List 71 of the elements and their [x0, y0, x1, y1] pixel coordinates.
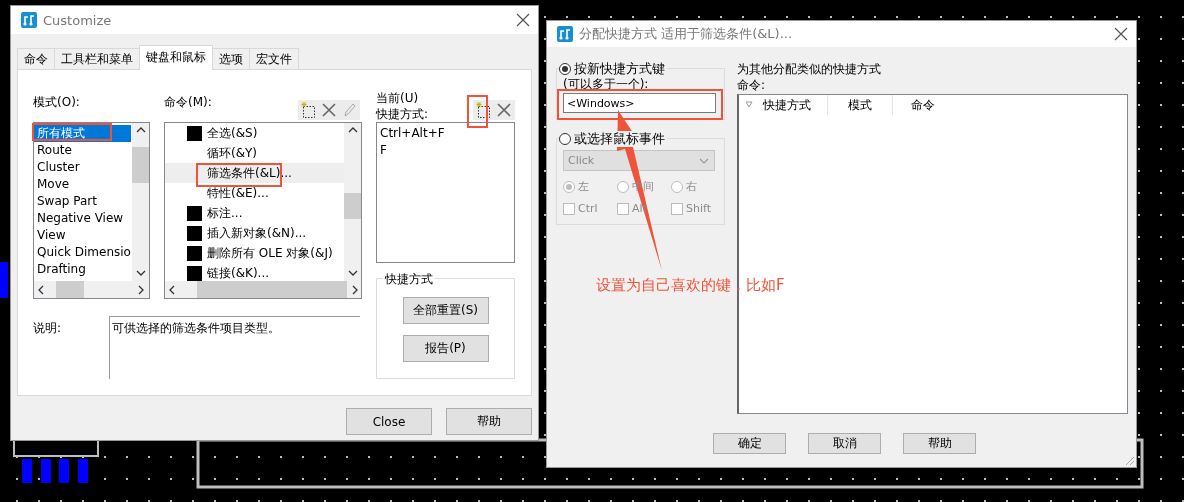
app-icon: [557, 26, 573, 42]
list-item[interactable]: Move: [34, 176, 132, 193]
option-label: 或选择鼠标事件: [574, 130, 665, 148]
list-label: 命令:: [737, 77, 767, 93]
list-item[interactable]: Quick Dimensio: [34, 244, 132, 261]
button[interactable]: 确定: [713, 433, 786, 454]
scrollbar-thumb[interactable]: [132, 147, 149, 183]
option-label: (可以多于一个):: [563, 77, 650, 91]
sort-icon: [745, 101, 753, 109]
list-item[interactable]: 全选(&S): [165, 123, 344, 143]
list-item[interactable]: View: [34, 227, 132, 244]
close-icon[interactable]: [516, 13, 530, 27]
delete-icon[interactable]: [495, 101, 513, 119]
group-title: 快捷方式: [383, 271, 435, 288]
vertical-scrollbar[interactable]: [132, 123, 149, 281]
horizontal-scrollbar[interactable]: [165, 281, 361, 298]
scrollbar-thumb[interactable]: [197, 281, 347, 298]
list-label: 快捷方式:: [376, 106, 429, 122]
list-label: 当前(U): [376, 90, 420, 106]
button[interactable]: Close: [346, 408, 432, 435]
option-label: Shift: [686, 202, 711, 215]
list-item[interactable]: Ctrl+Alt+F: [380, 125, 511, 142]
list-item[interactable]: Negative View: [34, 210, 132, 227]
list-item[interactable]: Cluster: [34, 159, 132, 176]
list-item[interactable]: F: [380, 142, 511, 159]
list-item[interactable]: 删除所有 OLE 对象(&J): [165, 243, 344, 263]
option-label: 左: [578, 179, 589, 194]
list-item[interactable]: 循环(&Y): [165, 143, 344, 163]
new-icon[interactable]: [300, 101, 318, 119]
list-label: 为其他分配类似的快捷方式: [737, 61, 882, 77]
scrollbar-thumb[interactable]: [344, 193, 361, 219]
description-box: 可供选择的筛选条件项目类型。: [109, 316, 360, 379]
close-icon[interactable]: [1114, 27, 1128, 41]
app-icon: [21, 12, 37, 28]
window-title: Customize: [43, 12, 113, 28]
description-label: 说明:: [33, 320, 63, 337]
pad-drawing: [0, 262, 8, 298]
new-icon[interactable]: [475, 101, 493, 119]
column-header[interactable]: 命令: [893, 95, 953, 115]
list-item[interactable]: 标注...: [165, 203, 344, 223]
button[interactable]: 取消: [808, 433, 881, 454]
option-label: 右: [686, 179, 697, 194]
window-title: 分配快捷方式 适用于筛选条件(&L)...: [579, 25, 794, 43]
option-label: Ctrl: [578, 202, 598, 215]
highlight-frame: [467, 95, 488, 128]
column-header[interactable]: 快捷方式: [739, 95, 828, 115]
button[interactable]: 帮助: [903, 433, 976, 454]
tab[interactable]: 宏文件: [249, 48, 299, 69]
scrollbar-thumb[interactable]: [56, 281, 84, 298]
button[interactable]: 报告(P): [402, 335, 489, 362]
list-item[interactable]: 特性(&E)...: [165, 183, 344, 203]
button[interactable]: 帮助: [446, 408, 532, 435]
list-item[interactable]: 插入新对象(&N)...: [165, 223, 344, 243]
list-label: 模式(O):: [33, 94, 80, 110]
button[interactable]: 全部重置(S): [402, 297, 489, 324]
radio-button[interactable]: [559, 63, 571, 75]
tab[interactable]: 命令: [17, 48, 55, 69]
list-item[interactable]: Route: [34, 142, 132, 159]
horizontal-scrollbar[interactable]: [34, 281, 149, 298]
list-item[interactable]: 链接(&K)...: [165, 263, 344, 281]
list-item[interactable]: Drafting: [34, 261, 132, 278]
list-item[interactable]: Swap Part: [34, 193, 132, 210]
list-label: 命令(M):: [164, 94, 212, 110]
resize-grip-icon: [1123, 454, 1135, 466]
vertical-scrollbar[interactable]: [344, 123, 361, 281]
shortcut-key-field[interactable]: <Windows>: [563, 93, 716, 113]
annotation-text: 设置为自己喜欢的键，比如F: [596, 276, 785, 295]
tab[interactable]: 键盘和鼠标: [139, 45, 213, 70]
delete-icon[interactable]: [320, 101, 338, 119]
option-label: 按新快捷方式键: [574, 60, 665, 78]
column-header[interactable]: 模式: [828, 95, 893, 115]
